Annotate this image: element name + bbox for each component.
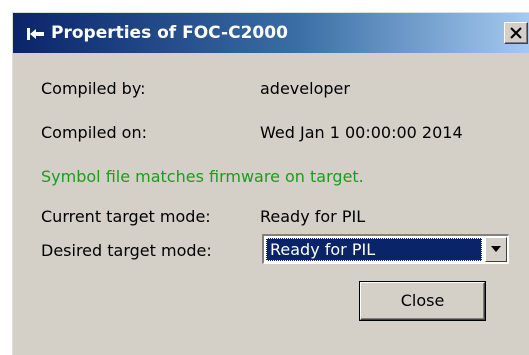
compiled-on-value: Wed Jan 1 00:00:00 2014 [260,123,463,142]
close-window-button[interactable] [504,22,528,44]
pin-icon [27,26,45,40]
compiled-by-label: Compiled by: [41,79,146,98]
compiled-on-label: Compiled on: [41,123,147,142]
dialog-title: Properties of FOC-C2000 [51,23,288,43]
dropdown-button[interactable] [485,237,507,262]
current-mode-value: Ready for PIL [260,207,366,226]
title-bar[interactable]: Properties of FOC-C2000 [13,13,529,53]
desired-mode-selected[interactable]: Ready for PIL [266,238,482,261]
current-mode-label: Current target mode: [41,207,211,226]
compiled-by-value: adeveloper [260,79,350,98]
chevron-down-icon [491,246,501,252]
desired-mode-select[interactable]: Ready for PIL [262,234,509,264]
close-icon [510,27,522,39]
desired-mode-label: Desired target mode: [41,241,212,260]
symbol-status-message: Symbol file matches firmware on target. [41,167,364,186]
close-button[interactable]: Close [360,282,485,320]
properties-dialog: Properties of FOC-C2000 Compiled by: ade… [12,12,529,355]
